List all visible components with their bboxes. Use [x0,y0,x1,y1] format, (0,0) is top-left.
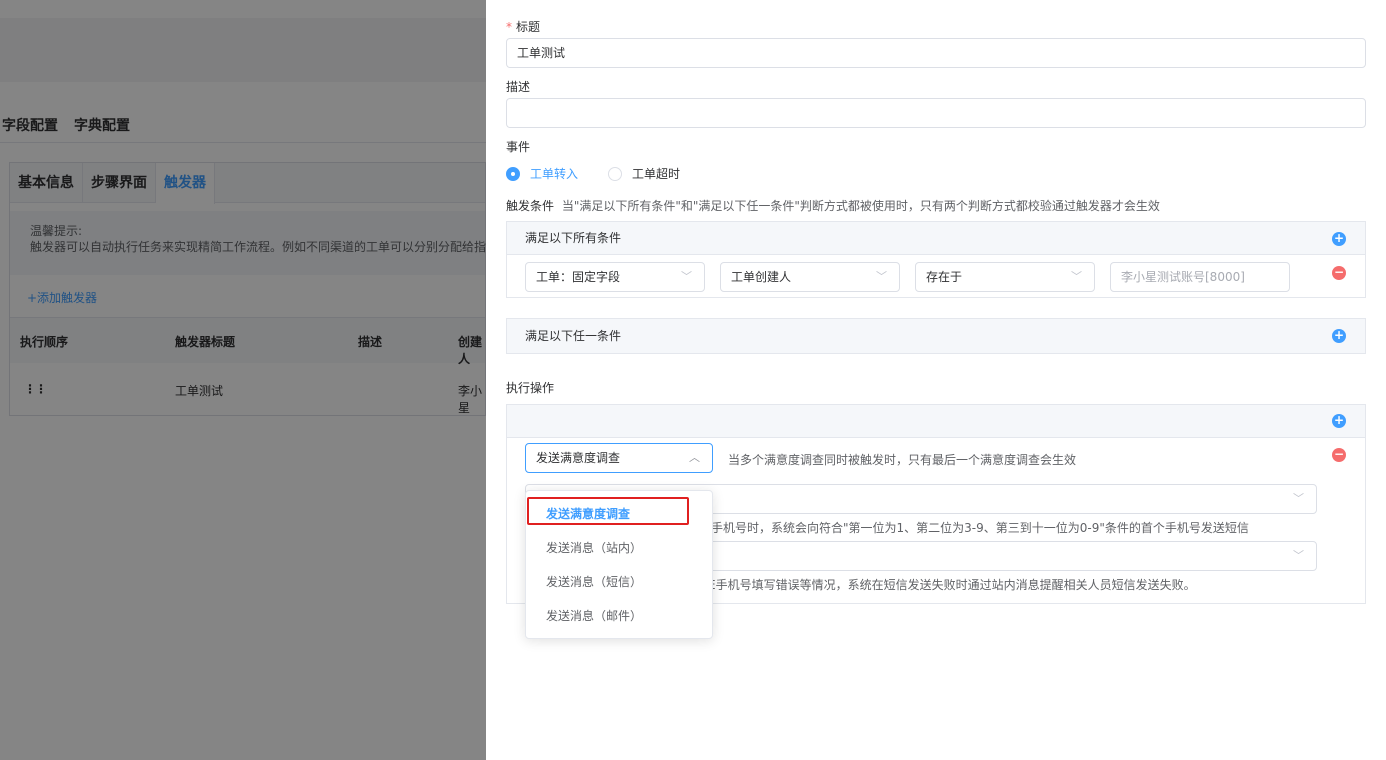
desc-input[interactable] [506,98,1366,128]
remove-action-icon[interactable]: − [1332,448,1346,462]
trigger-condition-row: 触发条件 当"满足以下所有条件"和"满足以下任一条件"判断方式都被使用时，只有两… [506,197,1160,214]
chevron-down-icon: ﹀ [1293,549,1304,562]
remove-condition-icon[interactable]: − [1332,266,1346,280]
app-root: 字段配置 字典配置 基本信息 步骤界面 触发器 温馨提示: 触发器可以自动执行任… [0,0,1386,760]
chevron-up-icon: ︿ [689,451,700,464]
field-select[interactable]: 工单创建人 ﹀ [720,262,900,292]
chevron-down-icon: ﹀ [681,270,692,283]
field-type-select[interactable]: 工单：固定字段 ﹀ [525,262,705,292]
required-mark: * [506,20,512,34]
radio-dot [506,166,520,181]
operator-select[interactable]: 存在于 ﹀ [915,262,1095,292]
title-label: * 标题 [506,20,541,34]
all-conditions-title: 满足以下所有条件 [525,231,622,245]
radio-ticket-transfer[interactable]: 工单转入 [506,165,578,182]
radio-dot [608,166,622,181]
add-action-icon[interactable]: + [1332,414,1346,428]
trigger-condition-label: 触发条件 [506,199,555,213]
event-label: 事件 [506,140,531,154]
option-send-inapp[interactable]: 发送消息（站内） [526,531,712,565]
trigger-drawer: * 标题 工单测试 描述 事件 工单转入 工单超时 触发条件 当"满足以下所有条件… [486,0,1386,760]
action-type-select[interactable]: 发送满意度调查 ︿ [525,443,713,473]
sms-hint-2: E手机号填写错误等情况，系统在短信发送失败时通过站内消息提醒相关人员短信发送失败… [708,578,1196,592]
chevron-down-icon: ﹀ [1071,270,1082,283]
modal-overlay[interactable] [0,0,486,760]
desc-label: 描述 [506,80,531,94]
any-conditions-title: 满足以下任一条件 [525,329,622,343]
radio-ticket-timeout[interactable]: 工单超时 [608,165,680,182]
sms-hint-1: 手机号时，系统会向符合"第一位为1、第二位为3-9、第三到十一位为0-9"条件的… [711,521,1249,535]
action-hint: 当多个满意度调查同时被触发时，只有最后一个满意度调查会生效 [728,453,1077,467]
value-input[interactable]: 李小星测试账号[8000] [1110,262,1290,292]
chevron-down-icon: ﹀ [876,270,887,283]
chevron-down-icon: ﹀ [1293,492,1304,505]
add-any-condition-icon[interactable]: + [1332,329,1346,343]
title-input[interactable]: 工单测试 [506,38,1366,68]
add-all-condition-icon[interactable]: + [1332,232,1346,246]
action-header [506,404,1366,438]
any-conditions-header: 满足以下任一条件 [506,318,1366,354]
action-label: 执行操作 [506,381,555,395]
option-send-sms[interactable]: 发送消息（短信） [526,565,712,599]
all-conditions-header: 满足以下所有条件 [506,221,1366,255]
option-send-email[interactable]: 发送消息（邮件） [526,599,712,633]
highlight-box [527,497,689,525]
trigger-condition-hint: 当"满足以下所有条件"和"满足以下任一条件"判断方式都被使用时，只有两个判断方式… [561,199,1160,213]
